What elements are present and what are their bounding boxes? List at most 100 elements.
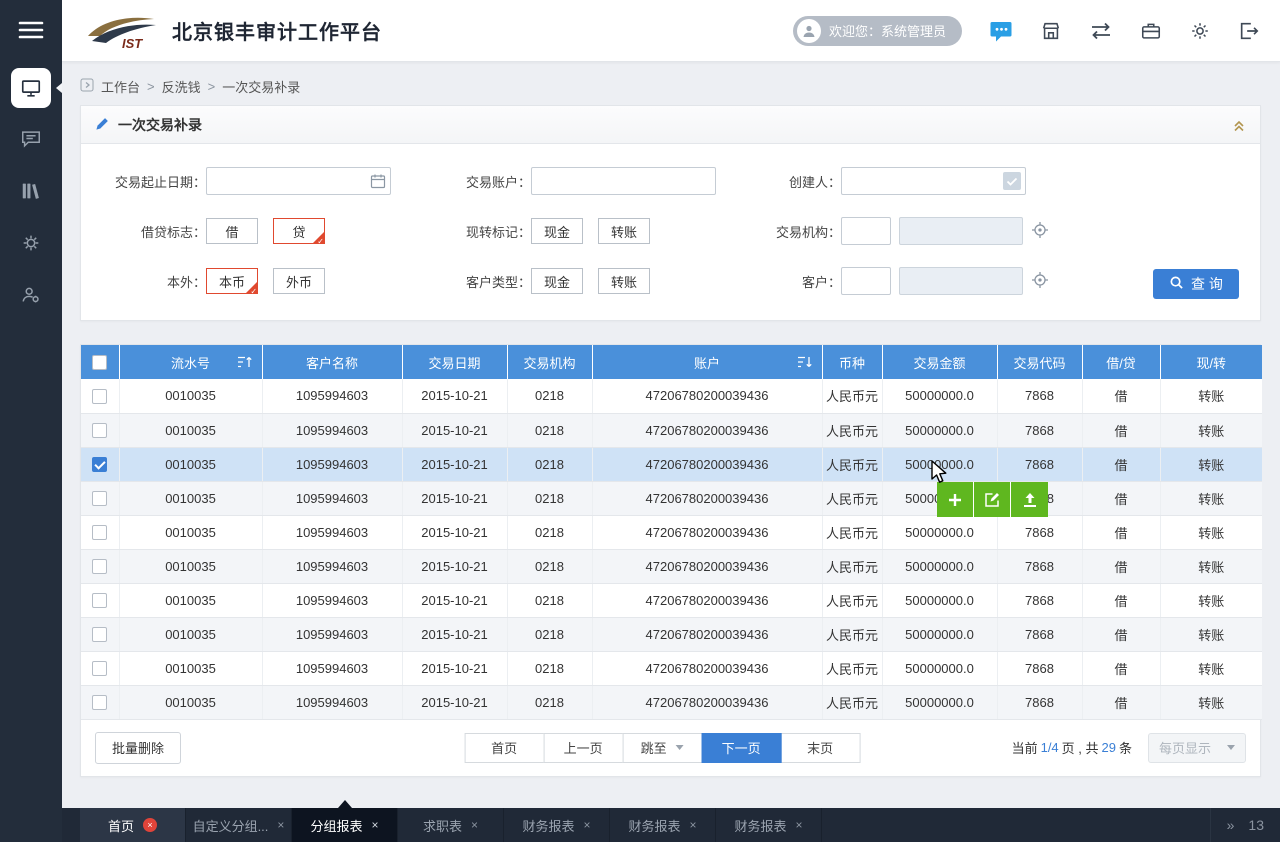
edit-icon[interactable]: [974, 482, 1011, 517]
message-icon[interactable]: [989, 20, 1013, 42]
store-icon[interactable]: [1040, 20, 1062, 42]
transfer-toggle[interactable]: 转账: [598, 218, 650, 244]
bottom-tab[interactable]: 分组报表×: [292, 808, 398, 842]
row-checkbox[interactable]: [92, 389, 107, 404]
calendar-icon[interactable]: [370, 173, 386, 189]
column-header[interactable]: 客户名称: [262, 345, 402, 379]
bottom-tab[interactable]: 财务报表×: [716, 808, 822, 842]
column-header[interactable]: 交易日期: [402, 345, 507, 379]
tab-overflow-icon[interactable]: »: [1227, 817, 1235, 833]
account-input[interactable]: [531, 167, 716, 195]
table-row[interactable]: 001003510959946032015-10-210218472067802…: [81, 617, 1262, 651]
column-header[interactable]: 现/转: [1160, 345, 1262, 379]
last-page-button[interactable]: 末页: [780, 733, 860, 763]
bottom-tab[interactable]: 求职表×: [398, 808, 504, 842]
swap-icon[interactable]: [1089, 21, 1113, 41]
table-row[interactable]: 001003510959946032015-10-210218472067802…: [81, 651, 1262, 685]
org-code-input[interactable]: [841, 217, 891, 245]
local-currency-toggle[interactable]: 本币: [206, 268, 258, 294]
table-row[interactable]: 001003510959946032015-10-210218472067802…: [81, 379, 1262, 413]
target-icon[interactable]: [1031, 221, 1049, 242]
row-checkbox[interactable]: [92, 627, 107, 642]
column-header[interactable]: 流水号: [119, 345, 262, 379]
breadcrumb-item[interactable]: 工作台: [101, 77, 140, 96]
table-cell: 借: [1082, 481, 1160, 515]
table-cell: 人民币元: [822, 447, 882, 481]
bottom-tab[interactable]: 财务报表×: [504, 808, 610, 842]
column-header[interactable]: 账户: [592, 345, 822, 379]
logout-icon[interactable]: [1238, 20, 1260, 42]
tab-close-icon[interactable]: ×: [584, 819, 591, 831]
row-checkbox[interactable]: [92, 423, 107, 438]
sidebar-item-users[interactable]: [0, 270, 62, 322]
target-icon[interactable]: [1031, 271, 1049, 292]
bottom-tab[interactable]: 首页×: [80, 808, 186, 842]
add-icon[interactable]: [937, 482, 974, 517]
column-header[interactable]: 借/贷: [1082, 345, 1160, 379]
sidebar-item-workspace[interactable]: [0, 62, 62, 114]
user-welcome-badge[interactable]: 欢迎您：系统管理员: [793, 16, 962, 46]
cash-toggle[interactable]: 现金: [531, 218, 583, 244]
cash-mark-label: 现转标记：: [391, 222, 531, 241]
row-checkbox[interactable]: [92, 457, 107, 472]
tab-label: 财务报表: [628, 816, 680, 835]
next-page-button[interactable]: 下一页: [701, 733, 781, 763]
search-button[interactable]: 查 询: [1153, 269, 1239, 299]
bottom-tab[interactable]: 财务报表 ×: [610, 808, 716, 842]
prev-page-button[interactable]: 上一页: [543, 733, 623, 763]
column-header[interactable]: 交易金额: [882, 345, 997, 379]
column-header[interactable]: 币种: [822, 345, 882, 379]
table-row[interactable]: 001003510959946032015-10-210218472067802…: [81, 583, 1262, 617]
per-page-select[interactable]: 每页显示: [1148, 733, 1246, 763]
check-square-icon[interactable]: [1003, 172, 1021, 190]
credit-toggle[interactable]: 贷: [273, 218, 325, 244]
tab-close-icon[interactable]: ×: [277, 819, 284, 831]
table-row[interactable]: 001003510959946032015-10-210218472067802…: [81, 549, 1262, 583]
debit-toggle[interactable]: 借: [206, 218, 258, 244]
active-notch: [56, 83, 62, 93]
sidebar-item-settings[interactable]: [0, 218, 62, 270]
tab-close-icon[interactable]: ×: [690, 819, 697, 831]
batch-delete-button[interactable]: 批量删除: [95, 732, 181, 764]
row-checkbox[interactable]: [92, 525, 107, 540]
table-row[interactable]: 001003510959946032015-10-210218472067802…: [81, 515, 1262, 549]
column-header[interactable]: 交易代码: [997, 345, 1082, 379]
row-checkbox[interactable]: [92, 661, 107, 676]
tab-close-icon[interactable]: ×: [143, 818, 157, 832]
sort-asc-icon[interactable]: [237, 355, 253, 372]
jump-page-select[interactable]: 跳至: [622, 733, 702, 763]
table-row[interactable]: 001003510959946032015-10-210218472067802…: [81, 413, 1262, 447]
tab-close-icon[interactable]: ×: [471, 819, 478, 831]
row-checkbox[interactable]: [92, 559, 107, 574]
row-checkbox[interactable]: [92, 695, 107, 710]
table-row[interactable]: 001003510959946032015-10-210218472067802…: [81, 447, 1262, 481]
tab-close-icon[interactable]: ×: [796, 819, 803, 831]
column-header[interactable]: 交易机构: [507, 345, 592, 379]
menu-toggle-button[interactable]: [0, 0, 62, 62]
bottom-tab[interactable]: 自定义分组...×: [186, 808, 292, 842]
foreign-currency-toggle[interactable]: 外币: [273, 268, 325, 294]
creator-label: 创建人：: [716, 172, 841, 191]
briefcase-icon[interactable]: [1140, 20, 1162, 42]
table-cell: 7868: [997, 515, 1082, 549]
select-all-checkbox[interactable]: [92, 355, 107, 370]
settings-icon[interactable]: [1189, 20, 1211, 42]
pen-icon: [95, 116, 110, 134]
first-page-button[interactable]: 首页: [464, 733, 544, 763]
sort-desc-icon[interactable]: [797, 355, 813, 372]
table-row[interactable]: 001003510959946032015-10-210218472067802…: [81, 481, 1262, 515]
tab-close-icon[interactable]: ×: [372, 819, 379, 831]
sidebar-item-library[interactable]: [0, 166, 62, 218]
upload-icon[interactable]: [1011, 482, 1048, 517]
collapse-icon[interactable]: [1232, 118, 1246, 132]
sidebar-item-messages[interactable]: [0, 114, 62, 166]
row-checkbox[interactable]: [92, 593, 107, 608]
customer-cash-toggle[interactable]: 现金: [531, 268, 583, 294]
table-row[interactable]: 001003510959946032015-10-210218472067802…: [81, 685, 1262, 719]
customer-code-input[interactable]: [841, 267, 891, 295]
date-range-input[interactable]: [206, 167, 391, 195]
creator-input[interactable]: [841, 167, 1026, 195]
row-checkbox[interactable]: [92, 491, 107, 506]
customer-transfer-toggle[interactable]: 转账: [598, 268, 650, 294]
breadcrumb-item[interactable]: 反洗钱: [162, 77, 201, 96]
